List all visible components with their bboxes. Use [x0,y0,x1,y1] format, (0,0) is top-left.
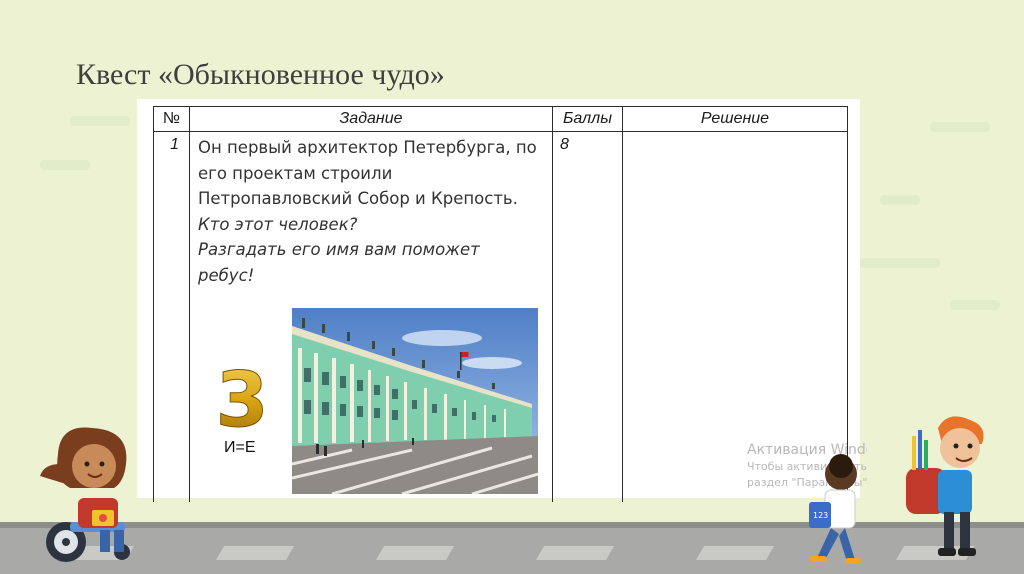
task-line: его проектам строили [198,163,393,183]
task-line: Петропавловский Собор и Крепость. [198,189,518,208]
task-line: Он первый архитектор Петербурга, по [198,138,537,157]
winter-palace-photo [292,308,538,494]
book-cover-number: 123 [813,511,828,520]
header-points: Баллы [552,106,623,132]
task-hint: Разгадать его имя вам поможет [198,240,480,259]
task-question: Кто этот человек? [198,214,358,234]
header-task: Задание [189,106,553,132]
task-table: № Задание Баллы Решение 1 Он первый архи… [153,106,848,502]
task-hint: ребус! [198,265,255,285]
ground [0,528,1024,574]
girl-wheelchair-illustration [40,427,130,562]
boy-with-book-illustration: 123 [809,454,861,564]
rebus-letter-swap: И=Е [224,439,256,456]
task-cell: Он первый архитектор Петербурга, по его … [189,131,553,502]
row-points: 8 [552,131,623,502]
task-description: Он первый архитектор Петербурга, по его … [198,135,538,288]
row-number: 1 [153,131,190,502]
table-header-row: № Задание Баллы Решение [153,106,848,132]
rebus-digit: 3 [216,362,268,432]
rebus-digit-three: 3 [216,362,268,432]
header-num: № [153,106,190,132]
boy-with-backpack-illustration [906,416,984,556]
slide-title: Квест «Обыкновенное чудо» [76,58,445,91]
table-row: 1 Он первый архитектор Петербурга, по ег… [153,131,848,502]
task-card: № Задание Баллы Решение 1 Он первый архи… [137,99,860,502]
header-solution: Решение [622,106,848,132]
